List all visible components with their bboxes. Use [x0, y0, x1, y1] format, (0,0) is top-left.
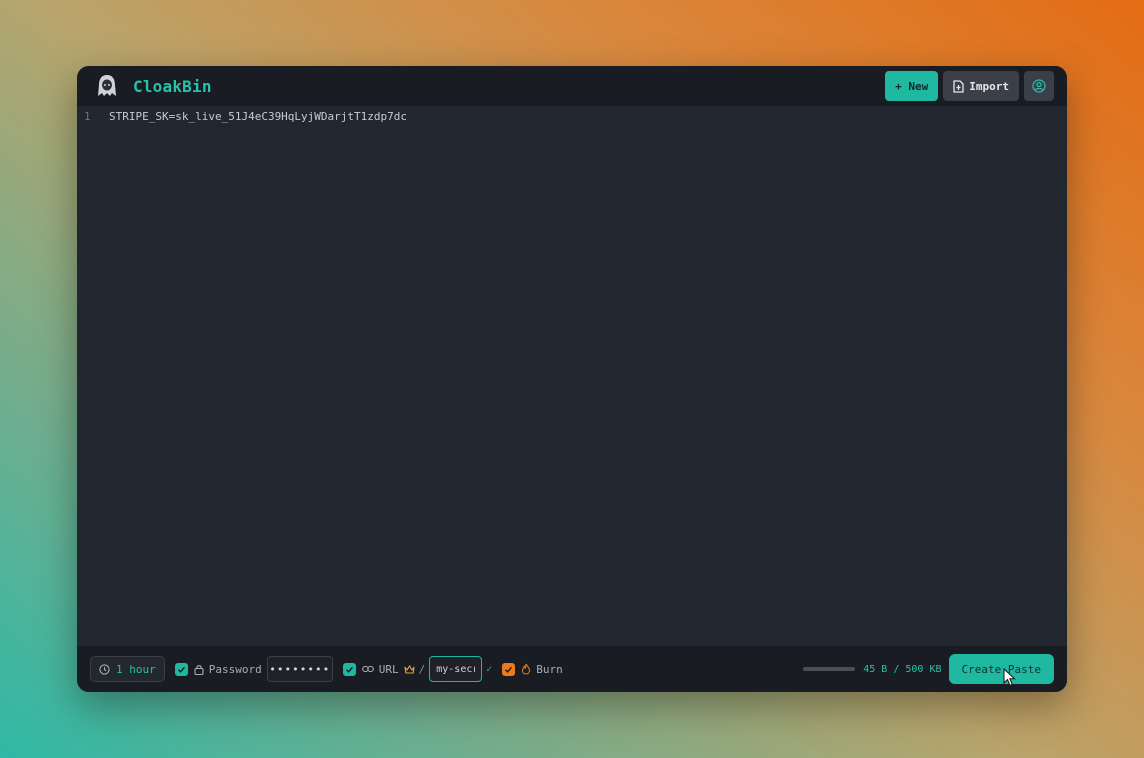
app-name: CloakBin [133, 76, 212, 96]
size-progress-bar [803, 667, 856, 671]
line-text[interactable]: STRIPE_SK=sk_live_51J4eC39HqLyjWDarjtT1z… [109, 110, 407, 123]
lock-icon [194, 664, 204, 675]
custom-url-input[interactable] [429, 656, 483, 682]
top-bar: CloakBin + New Import [77, 66, 1067, 106]
options-bar: 1 hour Password URL / ✓ [77, 646, 1067, 692]
file-import-icon [953, 79, 964, 93]
flame-icon [521, 663, 531, 675]
user-menu-button[interactable] [1024, 71, 1054, 101]
url-option: URL / ✓ [342, 656, 503, 682]
burn-label: Burn [536, 662, 563, 676]
burn-checkbox[interactable] [502, 662, 516, 676]
code-editor[interactable]: 1 STRIPE_SK=sk_live_51J4eC39HqLyjWDarjtT… [77, 106, 1067, 646]
url-checkbox[interactable] [342, 662, 356, 676]
link-icon [361, 665, 374, 673]
url-label: URL [378, 662, 399, 676]
expiry-select[interactable]: 1 hour [90, 656, 165, 682]
import-label: Import [969, 79, 1009, 93]
burn-option: Burn [502, 662, 563, 676]
import-button[interactable]: Import [943, 71, 1019, 101]
line-number: 1 [84, 109, 91, 123]
url-available-check-icon: ✓ [486, 663, 493, 675]
password-label: Password [208, 662, 262, 676]
password-option: Password [174, 656, 343, 682]
size-indicator: 45 B / 500 KB [863, 663, 942, 675]
user-circle-icon [1032, 79, 1046, 93]
hooded-ghost-icon [95, 74, 119, 98]
new-paste-button[interactable]: + New [885, 71, 939, 101]
create-paste-button[interactable]: Create Paste [948, 654, 1054, 684]
clock-icon [99, 663, 110, 675]
url-separator: / [418, 662, 426, 676]
crown-icon [404, 664, 415, 674]
mouse-pointer-icon [1003, 667, 1017, 688]
password-checkbox[interactable] [174, 662, 188, 676]
expiry-label: 1 hour [116, 662, 156, 676]
app-window: CloakBin + New Import 1 STRIPE_SK=sk_liv… [77, 66, 1067, 692]
password-input[interactable] [266, 656, 333, 682]
editor-line: 1 STRIPE_SK=sk_live_51J4eC39HqLyjWDarjtT… [77, 106, 1067, 126]
